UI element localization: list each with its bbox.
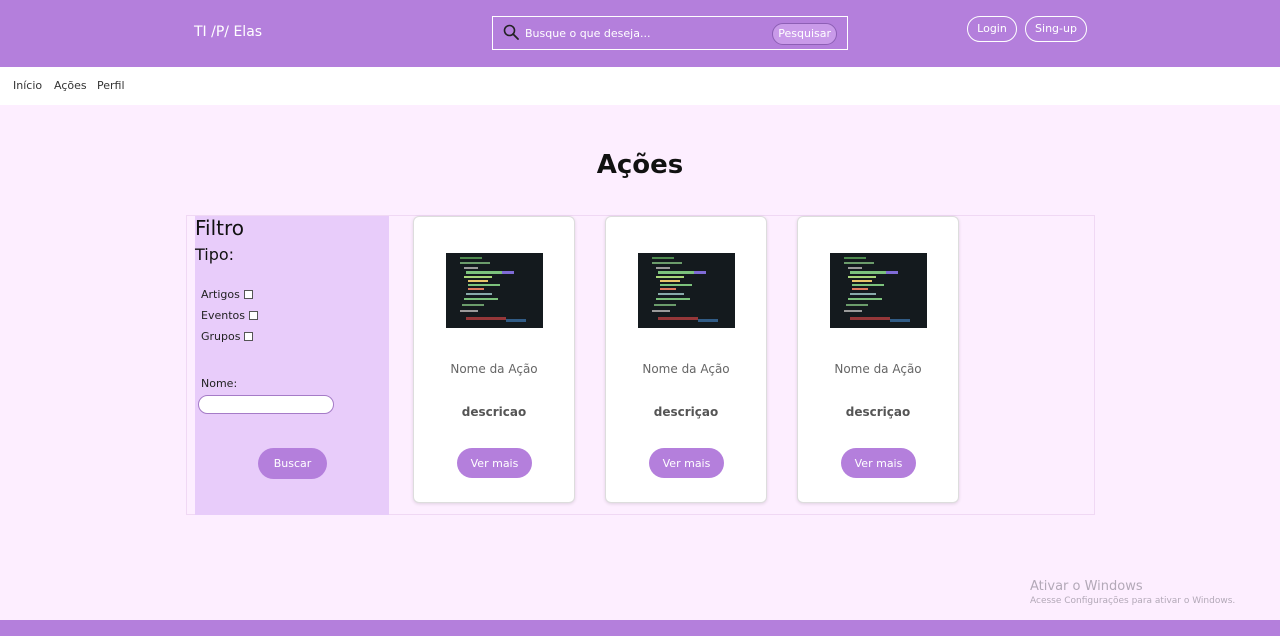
nav-item-perfil[interactable]: Perfil xyxy=(97,79,125,92)
checkbox[interactable] xyxy=(248,311,258,320)
nav-item-acoes[interactable]: Ações xyxy=(54,79,87,92)
code-thumbnail-image xyxy=(830,253,927,328)
buscar-button[interactable]: Buscar xyxy=(258,448,327,479)
filter-type-label: Tipo: xyxy=(195,245,235,264)
search-button[interactable]: Pesquisar xyxy=(772,23,837,45)
card-description: descriçao xyxy=(845,405,911,419)
card-description: descriçao xyxy=(653,405,719,419)
code-thumbnail-image xyxy=(446,253,543,328)
ver-mais-button[interactable]: Ver mais xyxy=(457,448,532,478)
name-input[interactable] xyxy=(198,395,334,414)
action-card: Nome da Ação descriçao Ver mais xyxy=(605,216,767,503)
page-title: Ações xyxy=(596,150,684,180)
filter-option-eventos[interactable]: Eventos xyxy=(201,309,258,322)
windows-activation-subtitle: Acesse Configurações para ativar o Windo… xyxy=(1030,596,1236,606)
card-name: Nome da Ação xyxy=(642,362,730,376)
footer-bar xyxy=(0,620,1280,636)
action-card: Nome da Ação descricao Ver mais xyxy=(413,216,575,503)
checkbox[interactable] xyxy=(243,290,253,299)
action-card: Nome da Ação descriçao Ver mais xyxy=(797,216,959,503)
code-thumbnail-image xyxy=(638,253,735,328)
search-icon xyxy=(503,24,519,40)
filter-panel: Filtro Tipo: Artigos Eventos Grupos Nome… xyxy=(195,216,389,515)
windows-activation-title: Ativar o Windows xyxy=(1030,579,1143,594)
search-input[interactable] xyxy=(525,23,755,43)
name-label: Nome: xyxy=(201,377,238,390)
filter-title: Filtro xyxy=(195,216,245,240)
filter-option-artigos[interactable]: Artigos xyxy=(201,288,253,301)
secondary-nav: Início Ações Perfil xyxy=(0,67,1280,105)
filter-option-label: Artigos xyxy=(201,288,240,301)
checkbox[interactable] xyxy=(244,332,254,341)
filter-option-grupos[interactable]: Grupos xyxy=(201,330,254,343)
filter-option-label: Eventos xyxy=(201,309,245,322)
card-description: descricao xyxy=(461,405,527,419)
top-header: TI /P/ Elas Pesquisar Login Sing-up xyxy=(0,0,1280,67)
card-name: Nome da Ação xyxy=(450,362,538,376)
ver-mais-button[interactable]: Ver mais xyxy=(649,448,724,478)
nav-item-inicio[interactable]: Início xyxy=(13,79,42,92)
ver-mais-button[interactable]: Ver mais xyxy=(841,448,916,478)
search-bar: Pesquisar xyxy=(492,16,848,50)
filter-option-label: Grupos xyxy=(201,330,241,343)
brand-logo[interactable]: TI /P/ Elas xyxy=(194,24,262,40)
signup-button[interactable]: Sing-up xyxy=(1025,16,1087,42)
login-button[interactable]: Login xyxy=(967,16,1017,42)
card-name: Nome da Ação xyxy=(834,362,922,376)
